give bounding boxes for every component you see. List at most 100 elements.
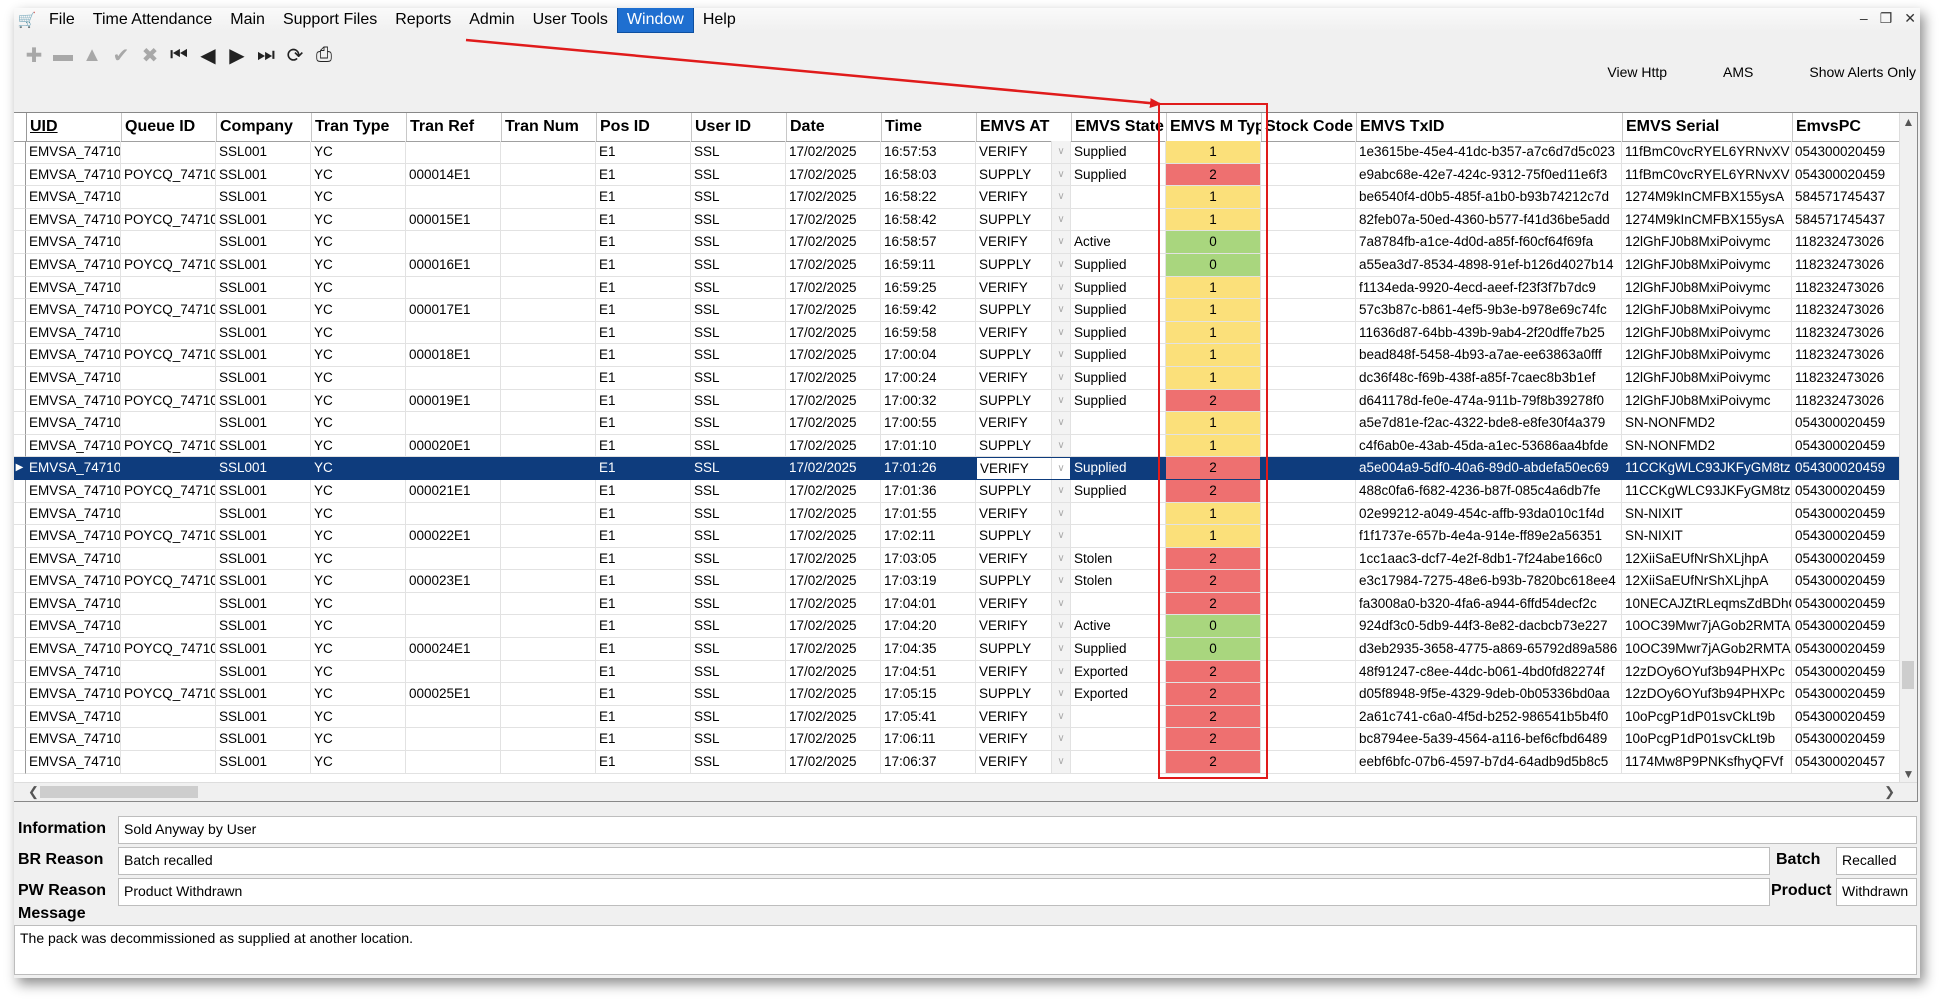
cell-emvs-serial[interactable]: 12lGhFJ0b8MxiPoivymc <box>1622 276 1792 300</box>
cell-pos-id[interactable]: E1 <box>596 502 691 526</box>
cell-date[interactable]: 17/02/2025 <box>786 163 881 187</box>
table-row[interactable]: EMVSA_74710E SSL001 YC E1 SSL 17/02/2025 16:59… <box>14 276 1917 300</box>
cell-emvs-at[interactable]: SUPPLY ∨ <box>976 344 1071 367</box>
cell-emvs-pc[interactable]: 118232473026 <box>1792 344 1902 367</box>
cell-time[interactable]: 17:01:26 <box>881 457 976 480</box>
cell-time[interactable]: 17:06:37 <box>881 751 976 774</box>
vertical-scroll-thumb[interactable] <box>1902 661 1914 689</box>
cell-user-id[interactable]: SSL <box>691 615 786 639</box>
cell-user-id[interactable]: SSL <box>691 547 786 571</box>
cell-company[interactable]: SSL001 <box>216 253 311 277</box>
menu-help[interactable]: Help <box>694 8 745 32</box>
cell-stock-code[interactable] <box>1261 479 1356 503</box>
cell-pos-id[interactable]: E1 <box>596 344 691 367</box>
cell-emvs-serial[interactable]: 12zDOy6OYuf3b94PHXPc <box>1622 683 1792 706</box>
cell-company[interactable]: SSL001 <box>216 728 311 752</box>
cell-emvs-m-type[interactable]: 0 <box>1166 253 1261 277</box>
cell-emvs-state[interactable] <box>1071 728 1166 752</box>
cell-user-id[interactable]: SSL <box>691 389 786 413</box>
cell-emvs-serial[interactable]: 11CCKgWLC93JKFyGM8tz <box>1622 479 1792 503</box>
cell-tran-type[interactable]: YC <box>311 660 406 684</box>
row-indicator[interactable] <box>14 186 26 209</box>
cell-emvs-state[interactable]: Exported <box>1071 660 1166 684</box>
cell-uid[interactable]: EMVSA_74710F <box>26 321 121 345</box>
cell-uid[interactable]: EMVSA_74710H <box>26 434 121 458</box>
cell-date[interactable]: 17/02/2025 <box>786 344 881 367</box>
row-indicator[interactable] <box>14 434 26 458</box>
cell-user-id[interactable]: SSL <box>691 570 786 593</box>
cell-time[interactable]: 17:04:35 <box>881 638 976 661</box>
scroll-right-icon[interactable]: ❯ <box>1884 783 1895 801</box>
cell-pos-id[interactable]: E1 <box>596 141 691 164</box>
cell-emvs-pc[interactable]: 054300020459 <box>1792 660 1902 684</box>
cell-emvs-pc[interactable]: 054300020459 <box>1792 638 1902 661</box>
cell-time[interactable]: 16:58:22 <box>881 186 976 209</box>
cell-emvs-txid[interactable]: 82feb07a-50ed-4360-b577-f41d36be5add <box>1356 208 1622 232</box>
cell-tran-ref[interactable] <box>406 705 501 729</box>
table-row[interactable]: EMVSA_74710F SSL001 YC E1 SSL 17/02/2025 16:59… <box>14 321 1917 345</box>
cell-time[interactable]: 16:58:57 <box>881 231 976 254</box>
cell-emvs-at[interactable]: SUPPLY ∨ <box>976 299 1071 322</box>
cell-user-id[interactable]: SSL <box>691 231 786 254</box>
restore-icon[interactable]: ❐ <box>1880 10 1893 27</box>
show-alerts-only-link[interactable]: Show Alerts Only <box>1809 64 1916 80</box>
cell-tran-num[interactable] <box>501 728 596 752</box>
cell-tran-num[interactable] <box>501 705 596 729</box>
cell-user-id[interactable]: SSL <box>691 344 786 367</box>
row-indicator[interactable] <box>14 231 26 254</box>
cell-stock-code[interactable] <box>1261 434 1356 458</box>
refresh-icon[interactable]: ⟳ <box>281 41 309 69</box>
dropdown-arrow-icon[interactable]: ∨ <box>1051 615 1070 638</box>
column-header-time[interactable]: Time <box>882 113 977 141</box>
column-header-emvs-serial[interactable]: EMVS Serial <box>1623 113 1793 141</box>
cell-date[interactable]: 17/02/2025 <box>786 638 881 661</box>
cell-emvs-txid[interactable]: 02e99212-a049-454c-affb-93da010c1f4d <box>1356 502 1622 526</box>
column-header-queue-id[interactable]: Queue ID <box>122 113 217 141</box>
menu-main[interactable]: Main <box>221 8 274 32</box>
cell-uid[interactable]: EMVSA_74710G <box>26 366 121 390</box>
menu-support-files[interactable]: Support Files <box>274 8 386 32</box>
cell-emvs-at[interactable]: VERIFY ∨ <box>976 547 1071 571</box>
cell-time[interactable]: 17:00:55 <box>881 412 976 435</box>
dropdown-arrow-icon[interactable]: ∨ <box>1051 299 1070 321</box>
dropdown-arrow-icon[interactable]: ∨ <box>1051 366 1070 389</box>
cell-emvs-serial[interactable]: 10oPcgP1dP01svCkLt9b <box>1622 728 1792 752</box>
cell-emvs-at[interactable]: VERIFY ∨ <box>976 321 1071 345</box>
cell-uid[interactable]: EMVSA_74710J <box>26 570 121 593</box>
cell-emvs-pc[interactable]: 054300020459 <box>1792 615 1902 639</box>
cell-emvs-txid[interactable]: 7a8784fb-a1ce-4d0d-a85f-f60cf64f69fa <box>1356 231 1622 254</box>
cell-emvs-serial[interactable]: SN-NIXIT <box>1622 525 1792 548</box>
cell-tran-ref[interactable] <box>406 728 501 752</box>
table-row[interactable]: EMVSA_74710J SSL001 YC E1 SSL 17/02/2025 17:03… <box>14 547 1917 571</box>
cell-emvs-at[interactable]: VERIFY ∨ <box>976 276 1071 300</box>
cell-queue-id[interactable]: POYCQ_74710H <box>121 479 216 503</box>
cell-emvs-state[interactable] <box>1071 592 1166 616</box>
cell-emvs-pc[interactable]: 054300020459 <box>1792 547 1902 571</box>
row-indicator[interactable] <box>14 389 26 413</box>
cell-tran-num[interactable] <box>501 570 596 593</box>
cell-date[interactable]: 17/02/2025 <box>786 592 881 616</box>
cell-pos-id[interactable]: E1 <box>596 751 691 774</box>
table-row[interactable]: EMVSA_74710HPOYCQ_74710HSSL001YC000021E1… <box>14 479 1917 503</box>
cell-date[interactable]: 17/02/2025 <box>786 615 881 639</box>
table-row[interactable]: EMVSA_74710L SSL001 YC E1 SSL 17/02/2025 17:04… <box>14 615 1917 639</box>
dropdown-arrow-icon[interactable]: ∨ <box>1051 592 1070 615</box>
cell-emvs-state[interactable]: Supplied <box>1071 141 1166 164</box>
cell-pos-id[interactable]: E1 <box>596 525 691 548</box>
cell-date[interactable]: 17/02/2025 <box>786 276 881 300</box>
cell-emvs-serial[interactable]: 1174Mw8P9PNKsfhyQFVf <box>1622 751 1792 774</box>
menu-time-attendance[interactable]: Time Attendance <box>84 8 221 32</box>
dropdown-arrow-icon[interactable]: ∨ <box>1051 412 1070 434</box>
cell-tran-type[interactable]: YC <box>311 502 406 526</box>
cell-tran-type[interactable]: YC <box>311 615 406 639</box>
cell-tran-type[interactable]: YC <box>311 570 406 593</box>
cell-time[interactable]: 17:04:01 <box>881 592 976 616</box>
close-icon[interactable]: ✕ <box>1904 10 1916 27</box>
cell-tran-ref[interactable] <box>406 751 501 774</box>
table-row[interactable]: EMVSA_74710N SSL001 YC E1 SSL 17/02/2025 17:06… <box>14 728 1917 752</box>
cell-emvs-pc[interactable]: 054300020459 <box>1792 728 1902 752</box>
cell-stock-code[interactable] <box>1261 570 1356 593</box>
cell-queue-id[interactable] <box>121 547 216 571</box>
cell-tran-type[interactable]: YC <box>311 366 406 390</box>
cell-emvs-pc[interactable]: 584571745437 <box>1792 186 1902 209</box>
